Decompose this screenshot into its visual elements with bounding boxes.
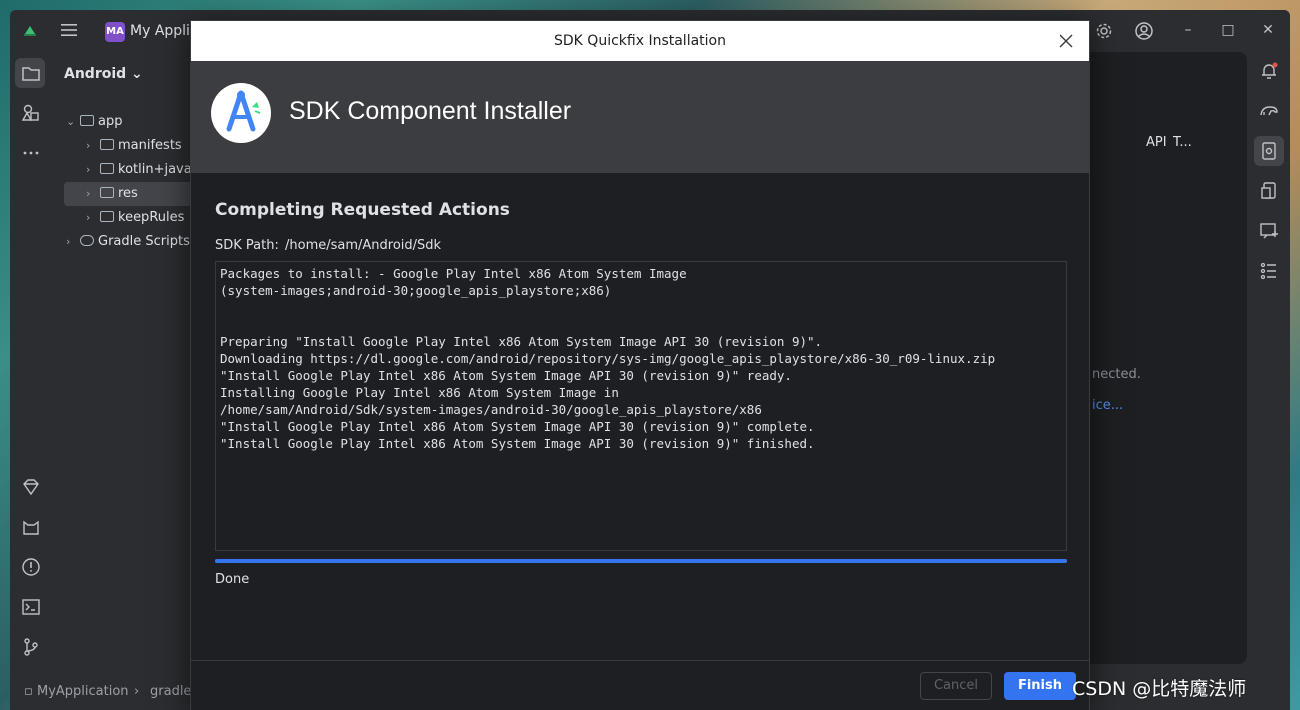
log-line: (system-images;android-30;google_apis_pl… (220, 283, 612, 298)
breadcrumb-gradle[interactable]: gradle (150, 684, 191, 699)
section-title: Completing Requested Actions (215, 200, 510, 220)
project-panel: Android ⌄ ⌄ app › manifests › kotlin+java ›… (52, 52, 197, 664)
folder-icon (100, 139, 114, 150)
terminal-icon[interactable] (20, 596, 42, 618)
column-header-api[interactable]: API (1146, 135, 1167, 150)
tree-item-label: kotlin+java (118, 162, 192, 177)
module-folder-icon (80, 115, 94, 126)
running-devices-icon[interactable] (1258, 220, 1280, 242)
log-line: Preparing "Install Google Play Intel x86… (220, 334, 823, 349)
log-line: Installing Google Play Intel x86 Atom Sy… (220, 385, 619, 400)
chevron-right-icon: › (86, 187, 91, 200)
account-icon[interactable] (1135, 22, 1153, 40)
project-name[interactable]: My Applic (130, 23, 198, 39)
tree-item-label: res (118, 186, 138, 201)
sdk-path-label: SDK Path: (215, 238, 279, 253)
chevron-right-icon: › (86, 139, 91, 152)
dialog-titlebar[interactable]: SDK Quickfix Installation (191, 21, 1089, 61)
sdk-path-value: /home/sam/Android/Sdk (285, 238, 442, 253)
gem-icon[interactable] (20, 476, 42, 498)
project-folder-icon[interactable] (20, 62, 42, 84)
tree-item-gradle-scripts[interactable]: › Gradle Scripts (52, 230, 197, 254)
gradle-elephant-icon[interactable] (1258, 100, 1280, 122)
project-badge[interactable]: MA (105, 22, 125, 42)
breadcrumb-project[interactable]: MyApplication (37, 684, 129, 699)
chevron-right-icon: › (86, 163, 91, 176)
folder-icon (100, 211, 114, 222)
problems-icon[interactable] (20, 556, 42, 578)
notifications-bell-icon[interactable] (1258, 60, 1280, 82)
tree-item-label: manifests (118, 138, 182, 153)
log-line: /home/sam/Android/Sdk/system-images/andr… (220, 402, 762, 417)
log-line: Downloading https://dl.google.com/androi… (220, 351, 996, 366)
folder-icon (100, 163, 114, 174)
settings-gear-icon[interactable] (1095, 22, 1113, 40)
device-manager-icon[interactable] (1258, 140, 1280, 162)
android-studio-logo-icon (24, 26, 36, 36)
close-icon[interactable] (1057, 32, 1075, 50)
structure-list-icon[interactable] (1258, 260, 1280, 282)
chevron-down-icon: ⌄ (66, 115, 76, 128)
hamburger-menu-icon[interactable] (60, 21, 78, 39)
cat-icon[interactable] (20, 516, 42, 538)
sdk-quickfix-dialog: SDK Quickfix Installation SDK Component … (190, 20, 1090, 710)
android-studio-logo-icon (211, 83, 271, 143)
tree-item-label: app (98, 114, 123, 129)
folder-icon (100, 187, 114, 198)
column-header-type[interactable]: T... (1173, 135, 1192, 150)
tree-item-kotlin-java[interactable]: › kotlin+java (52, 158, 197, 182)
left-toolbar (10, 52, 52, 710)
resource-manager-icon[interactable] (20, 102, 42, 124)
editor-note: nected. (1092, 367, 1141, 382)
log-line: Packages to install: - Google Play Intel… (220, 266, 687, 281)
more-dots-icon[interactable] (20, 142, 42, 164)
android-studio-compass-icon (226, 90, 261, 132)
log-line: "Install Google Play Intel x86 Atom Syst… (220, 368, 792, 383)
gradle-icon (80, 235, 94, 246)
close-window-button[interactable]: ✕ (1258, 20, 1278, 40)
header-title: SDK Component Installer (289, 97, 572, 125)
dialog-title: SDK Quickfix Installation (554, 33, 726, 49)
log-line: "Install Google Play Intel x86 Atom Syst… (220, 419, 815, 434)
log-line: "Install Google Play Intel x86 Atom Syst… (220, 436, 815, 451)
tree-item-label: keepRules (118, 210, 185, 225)
git-branch-icon[interactable] (20, 636, 42, 658)
dialog-footer: Cancel Finish (191, 660, 1089, 710)
watermark: CSDN @比特魔法师 (1072, 678, 1247, 700)
editor-link[interactable]: ice... (1092, 398, 1123, 413)
tree-item-manifests[interactable]: › manifests (52, 134, 197, 158)
finish-button[interactable]: Finish (1004, 672, 1076, 700)
minimize-button[interactable]: – (1178, 20, 1198, 40)
breadcrumb-separator-icon: › (134, 684, 140, 699)
tree-item-res[interactable]: › res (64, 182, 197, 206)
install-progress-bar (215, 559, 1067, 563)
project-view-selector[interactable]: Android ⌄ (64, 66, 143, 82)
chevron-right-icon: › (66, 235, 71, 248)
install-status-text: Done (215, 572, 250, 587)
tree-item-keeprules[interactable]: › keepRules (52, 206, 197, 230)
install-log-output[interactable]: Packages to install: - Google Play Intel… (215, 261, 1067, 551)
tree-item-app[interactable]: ⌄ app (52, 110, 197, 134)
device-explorer-icon[interactable] (1258, 180, 1280, 202)
chevron-right-icon: › (86, 211, 91, 224)
maximize-button[interactable]: □ (1218, 20, 1238, 40)
module-square-icon: ▫ (24, 684, 33, 699)
right-toolbar (1248, 52, 1290, 710)
tree-item-label: Gradle Scripts (98, 234, 190, 249)
cancel-button[interactable]: Cancel (920, 672, 992, 700)
dialog-header: SDK Component Installer (191, 61, 1089, 173)
progress-fill (215, 559, 1067, 563)
